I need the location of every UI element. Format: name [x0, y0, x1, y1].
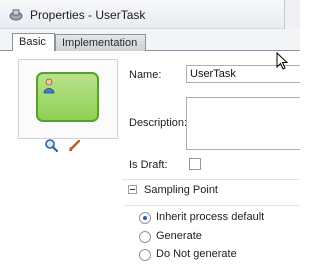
is-draft-checkbox[interactable] — [189, 158, 201, 170]
task-preview — [18, 59, 118, 139]
radio-button[interactable] — [139, 231, 151, 243]
zoom-icon[interactable] — [44, 138, 58, 152]
mouse-cursor-icon — [276, 52, 288, 70]
section-divider — [122, 179, 300, 180]
properties-panel: Name: Description: Is Draft: Sampling Po… — [0, 51, 300, 272]
user-task-shape — [36, 72, 99, 122]
sampling-collapse-toggle[interactable] — [128, 185, 137, 194]
radio-label: Generate — [156, 230, 202, 242]
user-icon — [43, 78, 55, 94]
description-label: Description: — [129, 117, 188, 129]
name-label: Name: — [129, 69, 162, 81]
properties-window-icon — [9, 9, 23, 21]
tab-implementation[interactable]: Implementation — [55, 34, 146, 51]
tab-bar: Basic Implementation — [0, 29, 300, 51]
window-title: Properties - UserTask — [30, 8, 146, 22]
window-edge-control[interactable] — [284, 0, 300, 29]
radio-button[interactable] — [139, 249, 151, 261]
description-field[interactable] — [186, 97, 300, 150]
is-draft-label: Is Draft: — [129, 159, 168, 171]
section-header-line — [124, 205, 300, 206]
window-titlebar: Properties - UserTask — [0, 0, 300, 29]
sampling-point-header: Sampling Point — [144, 184, 218, 196]
paint-brush-icon[interactable] — [68, 138, 82, 152]
tab-basic[interactable]: Basic — [12, 33, 55, 51]
radio-label: Do Not generate — [156, 248, 237, 260]
radio-button[interactable] — [139, 212, 151, 224]
radio-label: Inherit process default — [156, 211, 265, 223]
